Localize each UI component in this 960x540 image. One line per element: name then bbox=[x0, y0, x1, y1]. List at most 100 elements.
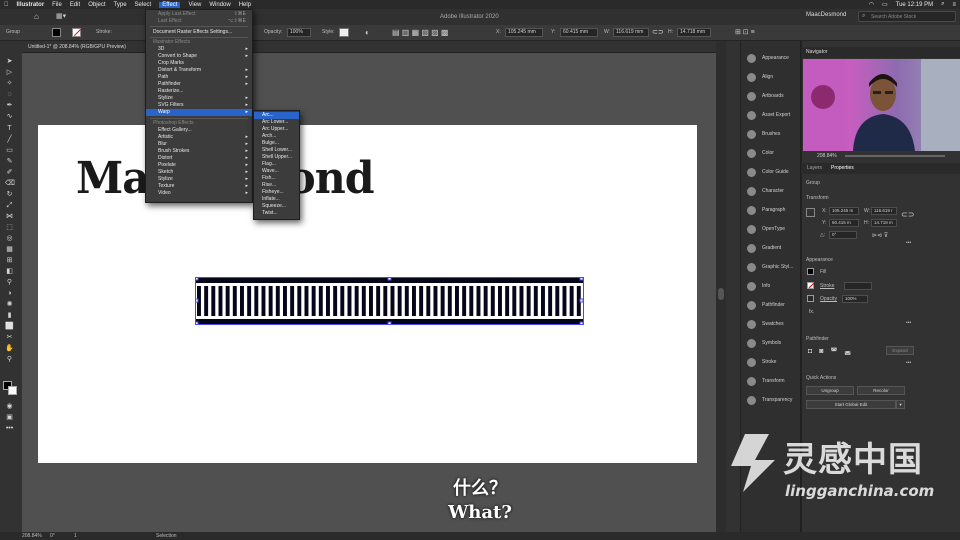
paintbrush-tool-icon[interactable]: ✎ bbox=[5, 158, 14, 165]
y-field[interactable]: 60.415 mm bbox=[560, 28, 598, 37]
rotate-tool-icon[interactable]: ↻ bbox=[5, 191, 14, 198]
flip-icons[interactable]: ⊳⊲ ⊽ bbox=[872, 232, 888, 239]
navigator-zoom[interactable]: 208.84% bbox=[817, 153, 837, 159]
menu-view[interactable]: View bbox=[188, 2, 201, 8]
search-spotlight-icon[interactable]: ⌕ bbox=[941, 1, 944, 8]
panel-color-guide[interactable]: Color Guide bbox=[741, 163, 801, 182]
menu-blur[interactable]: Blur ▸ bbox=[146, 141, 252, 148]
panel-pathfinder[interactable]: Pathfinder bbox=[741, 296, 801, 315]
warp-inflate[interactable]: Inflate... bbox=[254, 196, 299, 203]
status-angle[interactable]: 0° bbox=[50, 533, 55, 539]
prop-stroke-label[interactable]: Stroke bbox=[820, 283, 834, 289]
menu-path[interactable]: Path ▸ bbox=[146, 74, 252, 81]
align-icons[interactable]: ▤ ▥ ▦ ▧ ▨ ▩ bbox=[392, 28, 448, 37]
perspective-grid-tool-icon[interactable]: ▦ bbox=[5, 246, 14, 253]
pathfinder-more[interactable]: ••• bbox=[906, 360, 911, 366]
striped-group-selection[interactable] bbox=[194, 276, 584, 326]
warp-wave[interactable]: Wave... bbox=[254, 168, 299, 175]
prop-stroke-swatch[interactable] bbox=[807, 282, 815, 289]
scale-tool-icon[interactable]: ⤢ bbox=[5, 202, 14, 209]
toolbar-stroke-swatch[interactable] bbox=[8, 386, 17, 395]
menu-window[interactable]: Window bbox=[209, 2, 230, 8]
warp-bulge[interactable]: Bulge... bbox=[254, 140, 299, 147]
menu-sketch[interactable]: Sketch ▸ bbox=[146, 169, 252, 176]
tab-layers[interactable]: Layers bbox=[807, 165, 822, 171]
panel-swatches[interactable]: Swatches bbox=[741, 315, 801, 334]
opacity-field[interactable]: 100% bbox=[287, 28, 311, 37]
status-artboard[interactable]: 1 bbox=[74, 533, 77, 539]
menu-artistic[interactable]: Artistic ▸ bbox=[146, 134, 252, 141]
panel-paragraph[interactable]: Paragraph bbox=[741, 201, 801, 220]
stock-search-input[interactable]: ⌕ Search Adobe Stock bbox=[858, 11, 956, 22]
warp-twist[interactable]: Twist... bbox=[254, 210, 299, 217]
warp-fish[interactable]: Fish... bbox=[254, 175, 299, 182]
menu-type[interactable]: Type bbox=[114, 2, 127, 8]
apple-icon[interactable]:  bbox=[4, 2, 9, 8]
menu-crop-marks[interactable]: Crop Marks bbox=[146, 60, 252, 67]
warp-fisheye[interactable]: Fisheye... bbox=[254, 189, 299, 196]
symbol-sprayer-tool-icon[interactable]: ✺ bbox=[5, 301, 14, 308]
menu-object[interactable]: Object bbox=[88, 2, 105, 8]
menu-illustrator[interactable]: Illustrator bbox=[17, 2, 45, 8]
pathfinder-shape-icons[interactable]: ◘◙◚◛ bbox=[808, 347, 858, 355]
clock[interactable]: Tue 12:19 PM bbox=[896, 2, 933, 8]
gradient-tool-icon[interactable]: ◧ bbox=[5, 268, 14, 275]
constrain-proportions-icon[interactable]: ⊂⊃ bbox=[901, 210, 914, 219]
prop-opacity-label[interactable]: Opacity bbox=[820, 296, 837, 302]
prop-w-field[interactable]: 116.619 r bbox=[874, 208, 893, 213]
warp-arch[interactable]: Arch... bbox=[254, 133, 299, 140]
stroke-weight-field[interactable] bbox=[844, 282, 872, 290]
navigator-header[interactable]: Navigator bbox=[801, 47, 960, 58]
appearance-more[interactable]: ••• bbox=[906, 320, 911, 326]
panel-transform[interactable]: Transform bbox=[741, 372, 801, 391]
menu-photoshop-stylize[interactable]: Stylize ▸ bbox=[146, 176, 252, 183]
panel-stroke[interactable]: Stroke bbox=[741, 353, 801, 372]
magic-wand-tool-icon[interactable]: ✧ bbox=[5, 80, 14, 87]
style-swatch[interactable] bbox=[339, 28, 349, 37]
transform-more[interactable]: ••• bbox=[906, 240, 911, 246]
link-proportions-icon[interactable]: ⊂⊃ bbox=[652, 28, 664, 36]
panel-gradient[interactable]: Gradient bbox=[741, 239, 801, 258]
menu-effect-gallery[interactable]: Effect Gallery... bbox=[146, 127, 252, 134]
type-tool-icon[interactable]: T bbox=[5, 125, 14, 132]
menu-pathfinder[interactable]: Pathfinder ▸ bbox=[146, 81, 252, 88]
eraser-tool-icon[interactable]: ⌫ bbox=[5, 180, 15, 187]
zoom-tool-icon[interactable]: ⚲ bbox=[5, 356, 14, 363]
curvature-tool-icon[interactable]: ∿ bbox=[5, 113, 14, 120]
menu-document-raster-settings[interactable]: Document Raster Effects Settings... bbox=[146, 29, 252, 36]
rotate-field[interactable]: 0° bbox=[832, 232, 836, 237]
panel-color[interactable]: Color bbox=[741, 144, 801, 163]
panel-info[interactable]: Info bbox=[741, 277, 801, 296]
panel-align[interactable]: Align bbox=[741, 68, 801, 87]
eyedropper-tool-icon[interactable]: ⚲ bbox=[5, 279, 14, 286]
menu-brush-strokes[interactable]: Brush Strokes ▸ bbox=[146, 148, 252, 155]
edit-toolbar-icon[interactable]: ••• bbox=[5, 425, 14, 432]
shaper-tool-icon[interactable]: ✐ bbox=[5, 169, 14, 176]
document-tab[interactable]: Untitled-1* @ 208.84% (RGB/GPU Preview) bbox=[22, 41, 716, 53]
shape-builder-tool-icon[interactable]: ◎ bbox=[5, 235, 14, 242]
home-icon[interactable]: ⌂ bbox=[34, 12, 39, 21]
menu-convert-to-shape[interactable]: Convert to Shape ▸ bbox=[146, 53, 252, 60]
wifi-icon[interactable]: ◠ bbox=[869, 1, 874, 8]
warp-shell-lower[interactable]: Shell Lower... bbox=[254, 147, 299, 154]
selection-tool-icon[interactable]: ➤ bbox=[5, 58, 14, 65]
direct-selection-tool-icon[interactable]: ▷ bbox=[5, 69, 14, 76]
pen-tool-icon[interactable]: ✒ bbox=[5, 102, 14, 109]
prop-opacity-field[interactable]: 100% bbox=[845, 296, 857, 301]
width-tool-icon[interactable]: ⋈ bbox=[5, 213, 14, 220]
menu-distort[interactable]: Distort ▸ bbox=[146, 155, 252, 162]
ungroup-button[interactable]: Ungroup bbox=[821, 388, 838, 393]
hand-tool-icon[interactable]: ✋ bbox=[5, 345, 14, 352]
workspace-layout-icon[interactable]: ▦▾ bbox=[56, 12, 66, 20]
start-global-edit-button[interactable]: Start Global Edit bbox=[835, 402, 868, 407]
panel-asset-export[interactable]: Asset Export bbox=[741, 106, 801, 125]
stroke-swatch[interactable] bbox=[72, 28, 82, 37]
transform-icons[interactable]: ⊞ ⊡ ≡ bbox=[735, 28, 755, 36]
menu-video[interactable]: Video ▸ bbox=[146, 190, 252, 197]
menu-texture[interactable]: Texture ▸ bbox=[146, 183, 252, 190]
global-edit-dropdown[interactable]: ▾ bbox=[896, 400, 905, 409]
menu-stylize[interactable]: Stylize ▸ bbox=[146, 95, 252, 102]
menu-extras-icon[interactable]: ≡ bbox=[952, 2, 956, 8]
w-field[interactable]: 116.619 mm bbox=[613, 28, 649, 37]
rectangle-tool-icon[interactable]: ▭ bbox=[5, 147, 14, 154]
